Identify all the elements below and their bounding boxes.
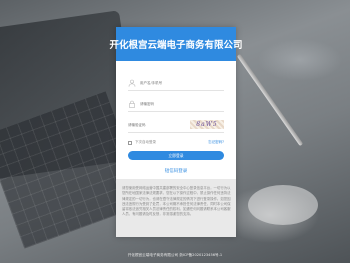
company-title: 开化根宫云端电子商务有限公司 (109, 40, 243, 51)
remember-checkbox[interactable]: 下次自动登录 (128, 140, 156, 145)
captcha-image[interactable]: 8aW5 (190, 120, 224, 129)
lock-icon (128, 100, 136, 108)
forgot-password-link[interactable]: 忘记密码? (208, 140, 224, 145)
checkbox-icon (128, 140, 132, 145)
captcha-field: 8aW5 (128, 117, 224, 133)
login-options: 下次自动登录 忘记密码? (128, 140, 224, 145)
background-cup (248, 185, 318, 225)
background-pen (236, 53, 304, 147)
login-header: 开化根宫云端电子商务有限公司 (110, 27, 243, 61)
password-field (128, 96, 224, 112)
page-footer: 开化根宫云端电子商务有限公司 浙ICP备2020123456号-1 (127, 253, 223, 257)
legal-notice: 请您使用受网络运营中国共建部署的安全中心登录信息平台，一切行为以您所在地国家法律… (116, 179, 236, 237)
sms-login-link[interactable]: 短信码登录 (128, 168, 224, 174)
captcha-input[interactable] (128, 122, 172, 127)
remember-label: 下次自动登录 (135, 140, 156, 144)
username-field (128, 75, 224, 91)
login-button[interactable]: 立即登录 (128, 151, 224, 160)
user-icon (128, 79, 136, 87)
username-input[interactable] (140, 80, 220, 85)
password-input[interactable] (140, 101, 220, 106)
login-form: 8aW5 下次自动登录 忘记密码? 立即登录 短信码登录 (116, 61, 236, 174)
login-card: 开化根宫云端电子商务有限公司 8aW5 下次自动登录 忘记密码? 立即 (110, 27, 243, 237)
